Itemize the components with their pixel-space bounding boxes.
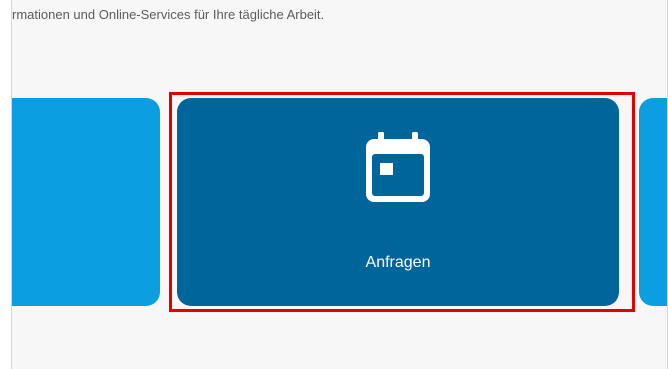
service-tile-next[interactable]	[639, 98, 667, 306]
page-viewport: rmationen und Online-Services für Ihre t…	[11, 0, 668, 369]
calendar-icon	[366, 132, 430, 202]
tile-label: Anfragen	[365, 254, 431, 271]
service-tile-previous[interactable]	[12, 98, 160, 306]
service-tile-anfragen[interactable]: Anfragen	[177, 98, 619, 306]
intro-text: rmationen und Online-Services für Ihre t…	[12, 7, 325, 22]
